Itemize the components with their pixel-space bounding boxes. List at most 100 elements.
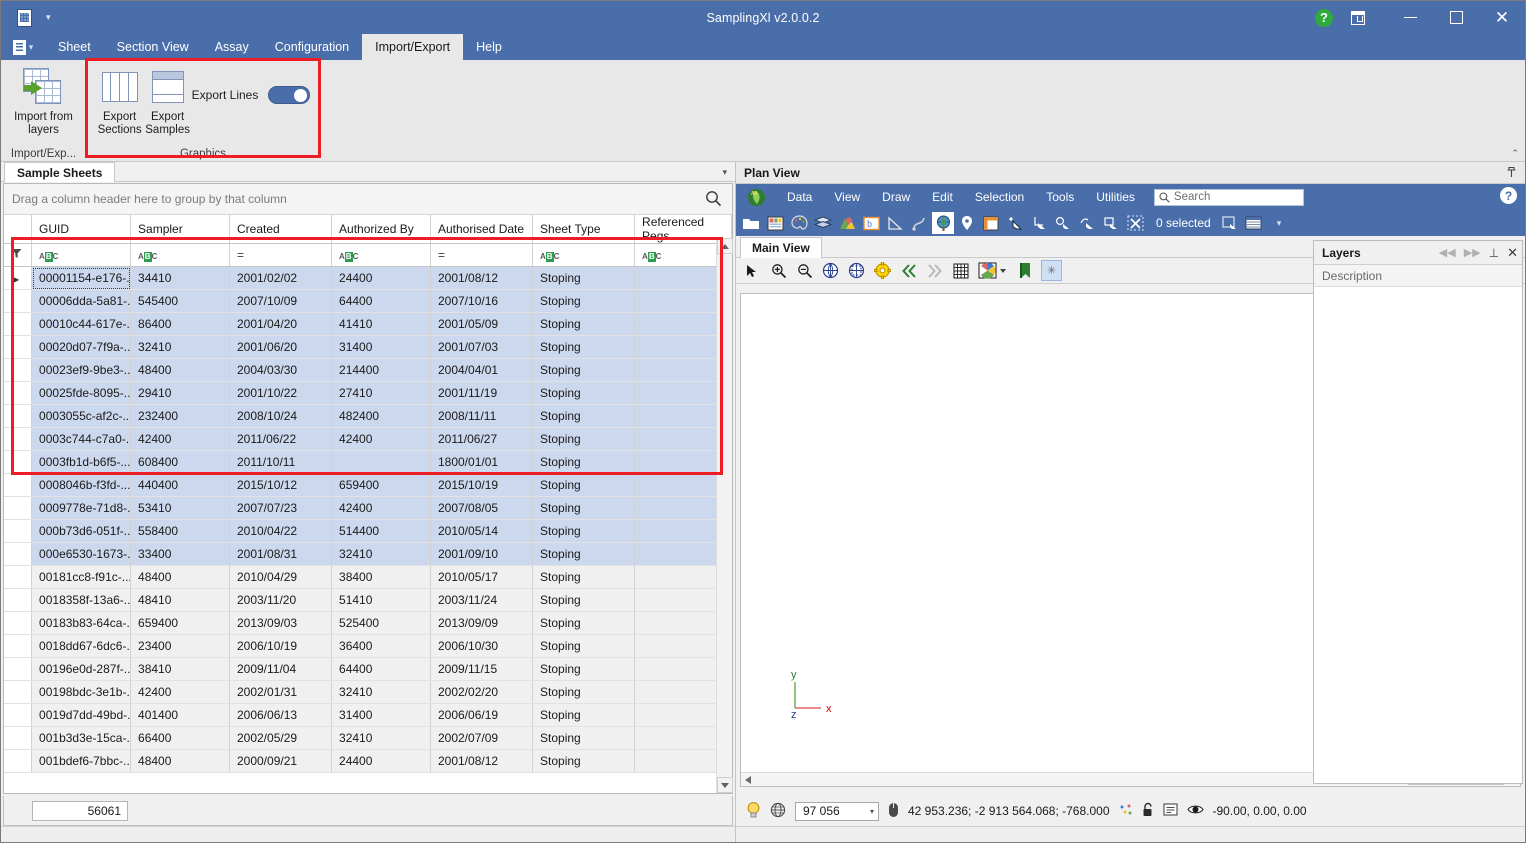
pin-icon[interactable] [1506,166,1517,181]
row-indicator-cell[interactable] [4,520,32,543]
cell-authorised-date[interactable]: 2003/11/24 [430,589,532,612]
block-model-icon[interactable]: b [860,212,882,234]
cell-guid[interactable]: 000e6530-1673-... [32,543,131,566]
cell-sampler[interactable]: 38410 [131,658,230,681]
table-row[interactable]: 00196e0d-287f-...384102009/11/0464400200… [4,658,732,681]
ribbon-collapse-caret-icon[interactable]: ⌃ [1511,148,1519,159]
prev-view-icon[interactable] [898,260,919,281]
cell-authorised-date[interactable]: 2010/05/17 [430,566,532,589]
tab-help[interactable]: Help [463,34,515,60]
cell-sheet-type[interactable]: Stoping [533,704,635,727]
cell-authorised-date[interactable]: 2001/09/10 [430,543,532,566]
cell-sheet-type[interactable]: Stoping [533,727,635,750]
database-grid-icon[interactable] [764,212,786,234]
cell-sampler[interactable]: 42400 [131,428,230,451]
table-row[interactable]: 000b73d6-051f-...5584002010/04/225144002… [4,520,732,543]
cell-authorized-by[interactable]: 32410 [332,727,431,750]
cell-sampler[interactable]: 42400 [131,681,230,704]
clear-selection-icon[interactable] [1124,212,1146,234]
tab-configuration[interactable]: Configuration [262,34,362,60]
cell-guid[interactable]: 0003c744-c7a0-... [32,428,131,451]
cell-authorised-date[interactable]: 2007/10/16 [430,290,532,313]
cell-sheet-type[interactable]: Stoping [533,313,635,336]
sample-sheets-caret-icon[interactable]: ▾ [722,167,727,178]
scroll-down-arrow-icon[interactable] [717,777,733,793]
row-indicator-cell[interactable] [4,635,32,658]
cell-guid[interactable]: 00181cc8-f91c-... [32,566,131,589]
column-header-authorized-by[interactable]: Authorized By [332,215,431,244]
tab-sample-sheets[interactable]: Sample Sheets [4,162,115,182]
table-row[interactable]: 00020d07-7f9a-...324102001/06/2031400200… [4,336,732,359]
grid-vertical-scrollbar[interactable] [716,238,732,793]
cell-created[interactable]: 2001/10/22 [229,382,331,405]
cell-sampler[interactable]: 32410 [131,336,230,359]
settings-gear-icon[interactable] [872,260,893,281]
cell-sampler[interactable]: 232400 [131,405,230,428]
table-row[interactable]: 0003c744-c7a0-...424002011/06/2242400201… [4,428,732,451]
cell-sampler[interactable]: 48400 [131,750,230,773]
table-row[interactable]: 001bdef6-7bbc-...484002000/09/2124400200… [4,750,732,773]
export-sections-button[interactable]: Export Sections [96,60,144,137]
row-indicator-cell[interactable] [4,474,32,497]
cell-created[interactable]: 2008/10/24 [229,405,331,428]
row-indicator-cell[interactable] [4,589,32,612]
cell-authorized-by[interactable]: 32410 [332,681,431,704]
record-count-field[interactable]: 56061 [32,801,128,821]
cell-sampler[interactable]: 29410 [131,382,230,405]
filter-cell-guid[interactable]: ABC [32,244,131,267]
cell-authorized-by[interactable]: 41410 [332,313,431,336]
cell-authorised-date[interactable]: 2001/07/03 [430,336,532,359]
globe-icon[interactable] [932,212,954,234]
table-row[interactable]: 0009778e-71d8-...534102007/07/2342400200… [4,497,732,520]
cell-guid[interactable]: 0018358f-13a6-... [32,589,131,612]
restore-layout-icon[interactable] [1351,11,1365,25]
cell-sheet-type[interactable]: Stoping [533,267,635,290]
table-row[interactable]: 0008046b-f3fd-...4404002015/10/126594002… [4,474,732,497]
plan-menu-view[interactable]: View [823,190,871,204]
row-indicator-cell[interactable] [4,750,32,773]
plan-search-box[interactable]: Search [1154,189,1304,206]
cell-sampler[interactable]: 608400 [131,451,230,474]
cell-created[interactable]: 2002/01/31 [229,681,331,704]
cell-sampler[interactable]: 545400 [131,290,230,313]
cell-sampler[interactable]: 66400 [131,727,230,750]
cell-guid[interactable]: 001bdef6-7bbc-... [32,750,131,773]
cell-created[interactable]: 2011/06/22 [229,428,331,451]
row-indicator-cell[interactable] [4,566,32,589]
search-icon[interactable] [705,190,722,207]
row-indicator-cell[interactable] [4,658,32,681]
cell-created[interactable]: 2001/08/31 [229,543,331,566]
cell-authorised-date[interactable]: 2007/08/05 [430,497,532,520]
help-circle-icon[interactable]: ? [1315,9,1333,27]
filter-cell-sheet-type[interactable]: ABC [533,244,635,267]
cell-sheet-type[interactable]: Stoping [533,428,635,451]
cell-authorized-by[interactable]: 514400 [332,520,431,543]
cell-sampler[interactable]: 440400 [131,474,230,497]
cell-guid[interactable]: 001b3d3e-15ca-... [32,727,131,750]
row-indicator-cell[interactable] [4,290,32,313]
cell-authorized-by[interactable]: 214400 [332,359,431,382]
close-button[interactable]: ✕ [1479,1,1525,34]
zoom-extents-icon[interactable] [820,260,841,281]
table-row[interactable]: 00181cc8-f91c-...484002010/04/2938400201… [4,566,732,589]
filter-cell-sampler[interactable]: ABC [131,244,230,267]
toolbar-overflow-caret-icon[interactable]: ▾ [1277,218,1282,229]
column-header-sampler[interactable]: Sampler [131,215,230,244]
tab-main-view[interactable]: Main View [740,237,822,258]
table-row[interactable]: 00198bdc-3e1b-...424002002/01/3132410200… [4,681,732,704]
cell-sampler[interactable]: 53410 [131,497,230,520]
cell-authorized-by[interactable]: 42400 [332,497,431,520]
table-row[interactable]: 001b3d3e-15ca-...664002002/05/2932410200… [4,727,732,750]
cell-guid[interactable]: 00196e0d-287f-... [32,658,131,681]
row-indicator-cell[interactable] [4,359,32,382]
cell-guid[interactable]: 00025fde-8095-... [32,382,131,405]
cell-authorised-date[interactable]: 2015/10/19 [430,474,532,497]
snap-icon[interactable] [1119,803,1133,820]
cell-sheet-type[interactable]: Stoping [533,451,635,474]
color-legend-icon[interactable] [976,260,1010,281]
scroll-up-arrow-icon[interactable] [717,238,733,254]
cell-authorised-date[interactable]: 2001/08/12 [430,750,532,773]
cell-guid[interactable]: 00020d07-7f9a-... [32,336,131,359]
cell-authorized-by[interactable]: 36400 [332,635,431,658]
tab-assay[interactable]: Assay [202,34,262,60]
